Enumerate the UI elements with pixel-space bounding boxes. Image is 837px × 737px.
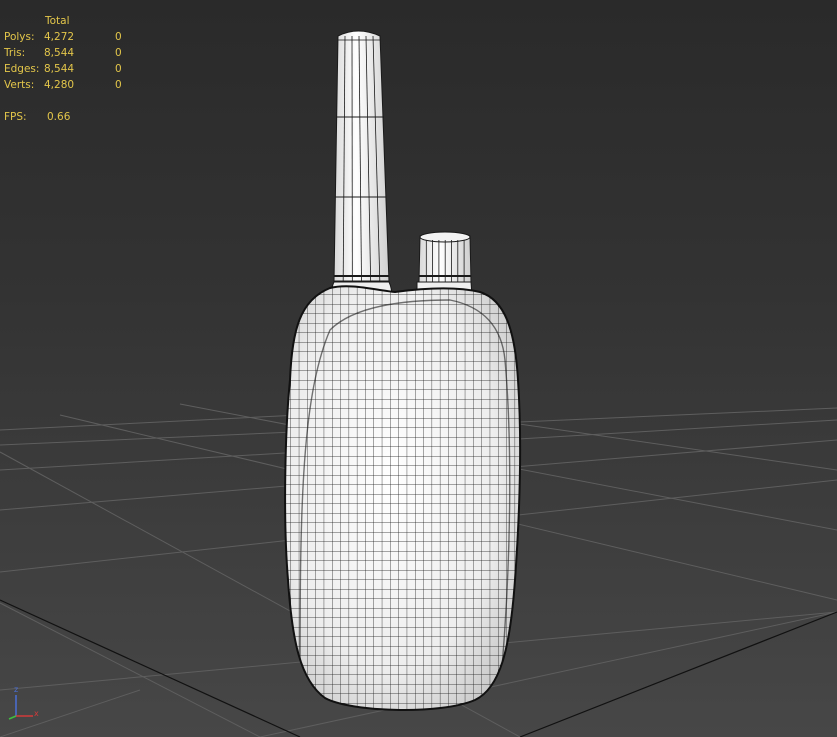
stats-label: Verts:: [4, 79, 35, 91]
axis-x-label: x: [34, 709, 39, 718]
stats-label: Polys:: [4, 31, 35, 43]
stats-label: Edges:: [4, 63, 40, 75]
fps-label: FPS:: [4, 111, 27, 123]
stats-selected: 0: [115, 47, 122, 59]
axis-z-label: z: [14, 685, 19, 694]
grid-axis-line: [519, 611, 837, 737]
stats-selected: 0: [115, 31, 122, 43]
walkie-talkie-mesh[interactable]: [280, 30, 525, 722]
antenna-mesh: [331, 30, 393, 299]
stats-total: 8,544: [44, 47, 75, 59]
axis-gizmo: z x: [0, 683, 50, 737]
perspective-viewport[interactable]: Total Polys: 4,272 0 Tris: 8,544 0 Edges…: [0, 0, 837, 737]
scene-canvas[interactable]: [0, 0, 837, 737]
stats-selected: 0: [115, 63, 122, 75]
axis-tripod-icon: [8, 695, 33, 720]
stats-total: 4,272: [44, 31, 75, 43]
fps-value: 0.66: [47, 111, 71, 123]
stats-total: 4,280: [44, 79, 75, 91]
radio-body-mesh: [284, 285, 522, 711]
stats-selected: 0: [115, 79, 122, 91]
stats-label: Tris:: [4, 47, 26, 59]
stats-total: 8,544: [44, 63, 75, 75]
stats-total-header: Total: [45, 15, 70, 27]
